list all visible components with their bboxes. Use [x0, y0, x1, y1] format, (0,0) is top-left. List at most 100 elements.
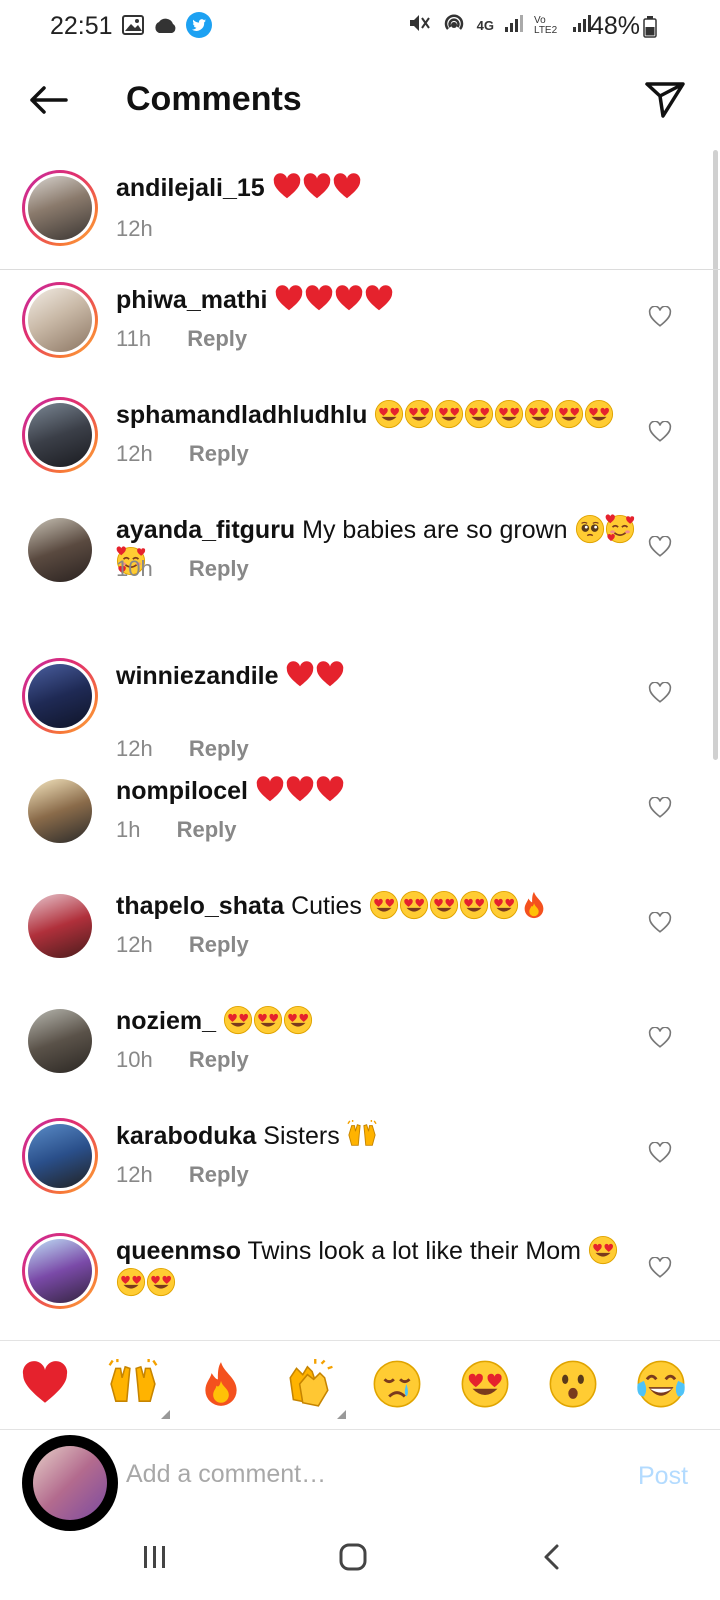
post-button[interactable]: Post	[638, 1462, 688, 1491]
reply-button[interactable]: Reply	[189, 1047, 249, 1072]
comment-meta: 12h Reply	[116, 932, 249, 958]
heart-eyes-emoji	[374, 399, 404, 429]
red-heart-emoji	[302, 173, 332, 202]
comment-body: Twins look a lot like their Mom	[247, 1237, 581, 1265]
reply-button[interactable]: Reply	[177, 817, 237, 842]
reaction-crying-face[interactable]	[372, 1359, 428, 1415]
recent-apps-icon[interactable]	[140, 1542, 170, 1577]
emoji-group	[374, 399, 614, 429]
like-heart-icon[interactable]	[648, 681, 672, 709]
reaction-fire[interactable]	[196, 1359, 252, 1415]
like-heart-icon[interactable]	[648, 1256, 672, 1284]
avatar[interactable]	[22, 170, 98, 246]
reply-button[interactable]: Reply	[189, 736, 249, 761]
heart-eyes-emoji	[494, 399, 524, 429]
like-heart-icon[interactable]	[648, 911, 672, 939]
comment-body: My babies are so grown	[302, 516, 568, 544]
avatar[interactable]	[22, 1233, 98, 1309]
comment-text: nompilocel	[116, 775, 636, 807]
battery-icon	[643, 16, 657, 43]
back-nav-icon[interactable]	[538, 1542, 568, 1577]
comment-row: karaboduka Sisters 12h Reply	[0, 1118, 720, 1233]
emoji-group	[285, 661, 345, 690]
quick-reactions-bar	[0, 1340, 720, 1430]
volte-icon: Vo LTE2	[534, 14, 558, 36]
status-bar: 22:51 4G Vo LTE2 48%	[0, 0, 720, 56]
emoji-group	[347, 1120, 377, 1150]
like-heart-icon[interactable]	[648, 1026, 672, 1054]
username[interactable]: phiwa_mathi	[116, 286, 267, 314]
username[interactable]: queenmso	[116, 1237, 241, 1265]
mute-icon	[407, 11, 431, 40]
like-heart-icon[interactable]	[648, 420, 672, 448]
username[interactable]: winniezandile	[116, 662, 279, 690]
avatar[interactable]	[22, 1118, 98, 1194]
red-heart-emoji	[285, 776, 315, 805]
reply-button[interactable]: Reply	[189, 1162, 249, 1187]
red-heart-emoji	[272, 173, 302, 202]
page-title: Comments	[126, 80, 302, 118]
reply-button[interactable]: Reply	[189, 441, 249, 466]
comment-meta	[116, 1277, 146, 1303]
comment-meta: 10h Reply	[116, 1047, 249, 1073]
avatar[interactable]	[22, 512, 98, 588]
heart-eyes-emoji	[554, 399, 584, 429]
comment-meta: 12h Reply	[116, 736, 249, 762]
like-heart-icon[interactable]	[648, 535, 672, 563]
emoji-group	[255, 776, 345, 805]
reply-button[interactable]: Reply	[189, 932, 249, 957]
send-icon[interactable]	[643, 78, 687, 127]
comment-row: nompilocel 1h Reply	[0, 773, 720, 888]
reaction-red-heart[interactable]	[20, 1359, 76, 1415]
reply-button[interactable]: Reply	[187, 326, 247, 351]
timestamp: 12h	[116, 932, 153, 957]
red-heart-emoji	[332, 173, 362, 202]
heart-eyes-emoji	[283, 1005, 313, 1035]
reaction-clapping-hands[interactable]	[284, 1359, 346, 1419]
reaction-raising-hands[interactable]	[108, 1359, 170, 1419]
comment-body: Sisters	[263, 1122, 340, 1150]
username[interactable]: andilejali_15	[116, 174, 265, 202]
status-system-icons: 4G Vo LTE2	[407, 10, 592, 41]
avatar[interactable]	[22, 773, 98, 849]
username[interactable]: nompilocel	[116, 777, 248, 805]
heart-eyes-emoji	[464, 399, 494, 429]
like-heart-icon[interactable]	[648, 1141, 672, 1169]
red-heart-emoji	[315, 776, 345, 805]
reply-button[interactable]: Reply	[189, 556, 249, 581]
emoji-group	[274, 285, 394, 314]
avatar[interactable]	[22, 1003, 98, 1079]
emoji-group	[272, 173, 362, 202]
red-heart-emoji	[315, 661, 345, 690]
comment-meta: 12h	[116, 216, 153, 242]
username[interactable]: noziem_	[116, 1007, 216, 1035]
fire-emoji	[519, 891, 549, 920]
comment-meta: 11h Reply	[116, 326, 247, 352]
reaction-hushed-face[interactable]	[548, 1359, 604, 1415]
comment-body: Cuties	[291, 892, 362, 920]
home-icon[interactable]	[338, 1542, 368, 1577]
avatar[interactable]	[22, 282, 98, 358]
username[interactable]: ayanda_fitguru	[116, 516, 295, 544]
skin-tone-indicator	[337, 1410, 346, 1419]
username[interactable]: sphamandladhludhlu	[116, 401, 367, 429]
comment-input[interactable]	[126, 1452, 596, 1496]
heart-eyes-emoji	[584, 399, 614, 429]
heart-eyes-emoji	[146, 1267, 176, 1297]
like-heart-icon[interactable]	[648, 305, 672, 333]
reaction-heart-eyes[interactable]	[460, 1359, 516, 1415]
comment-meta: 12h Reply	[116, 441, 249, 467]
timestamp: 11h	[116, 326, 152, 351]
heart-eyes-emoji	[434, 399, 464, 429]
username[interactable]: thapelo_shata	[116, 892, 284, 920]
avatar[interactable]	[22, 397, 98, 473]
heart-eyes-emoji	[489, 890, 519, 920]
comment-meta: 12h Reply	[116, 1162, 249, 1188]
username[interactable]: karaboduka	[116, 1122, 256, 1150]
back-arrow-icon[interactable]	[26, 78, 70, 127]
avatar[interactable]	[22, 888, 98, 964]
heart-eyes-emoji	[369, 890, 399, 920]
avatar[interactable]	[22, 658, 98, 734]
like-heart-icon[interactable]	[648, 796, 672, 824]
reaction-tears-of-joy[interactable]	[636, 1359, 692, 1415]
